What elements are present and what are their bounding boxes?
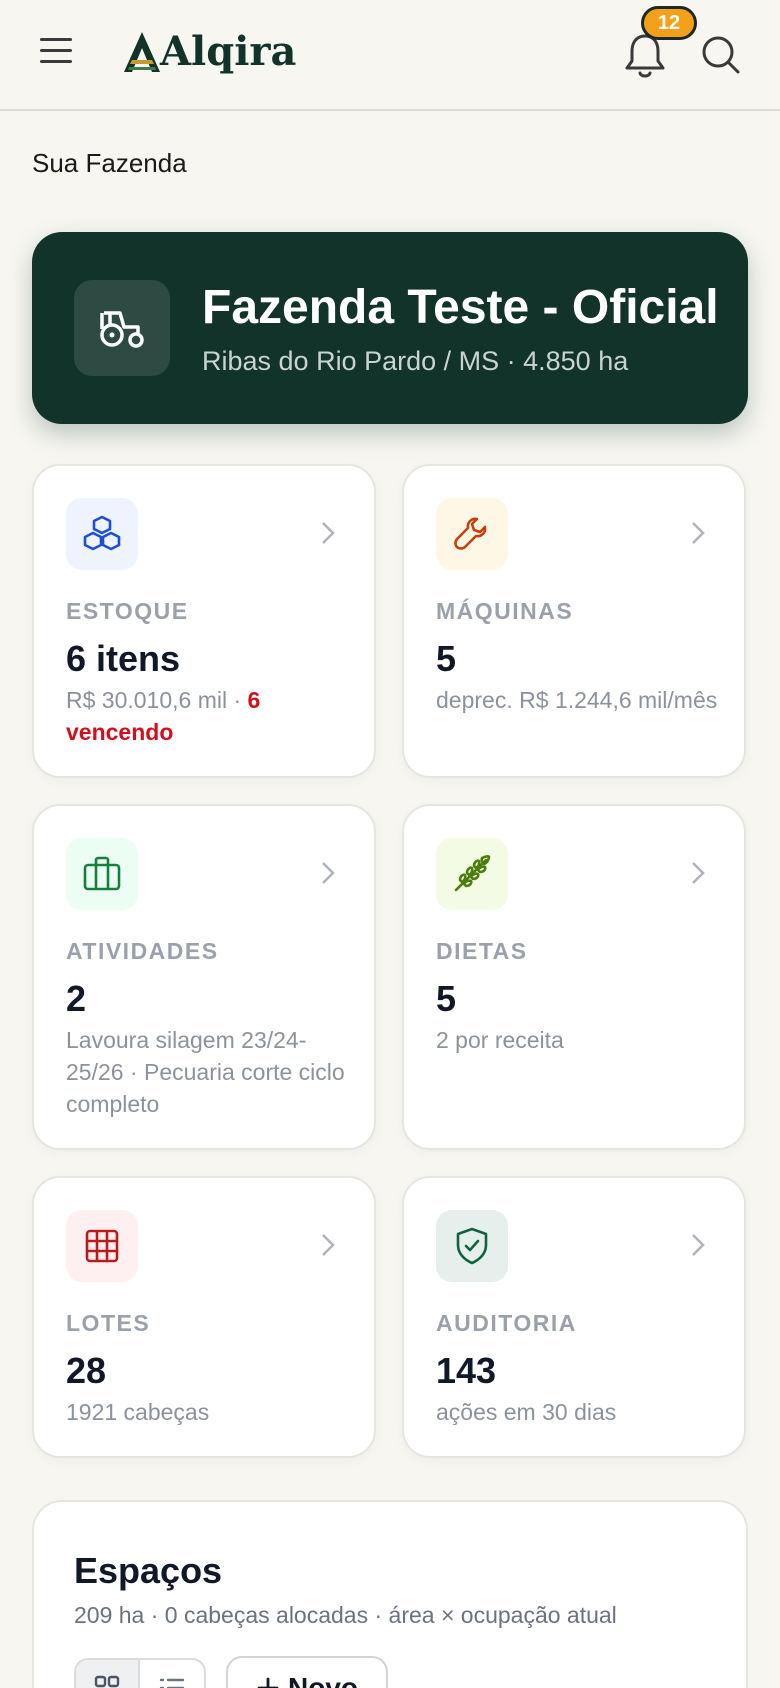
chevron-right-icon (322, 522, 335, 544)
tile-label: MÁQUINAS (436, 598, 574, 624)
tile-maquinas[interactable]: MÁQUINAS 5 deprec. R$ 1.244,6 mil/mês (402, 464, 746, 778)
app-logo[interactable]: Alqira (122, 28, 296, 75)
tile-atividades[interactable]: ATIVIDADES 2 Lavoura silagem 23/24-25/26… (32, 804, 376, 1150)
tile-value: 5 (436, 638, 457, 679)
search-button[interactable] (700, 34, 742, 76)
chevron-right-icon (692, 1234, 705, 1256)
tile-description: 2 por receita (436, 1027, 564, 1053)
tile-value: 6 itens (66, 638, 181, 679)
chevron-right-icon (322, 1234, 335, 1256)
tile-description: deprec. R$ 1.244,6 mil/mês (436, 687, 718, 713)
plus-icon (257, 1677, 279, 1688)
wheat-icon (454, 855, 491, 892)
tile-icon-box (436, 498, 508, 570)
new-space-button[interactable]: Novo (226, 1656, 388, 1688)
wrench-icon (454, 517, 487, 550)
tile-estoque[interactable]: ESTOQUE 6 itens R$ 30.010,6 mil · 6 venc… (32, 464, 376, 778)
tile-description-text: R$ 30.010,6 mil · (66, 687, 248, 713)
tile-value: 5 (436, 978, 457, 1019)
shield-check-icon (456, 1227, 488, 1265)
tile-icon-box (66, 498, 138, 570)
grid-view-button[interactable] (76, 1660, 141, 1688)
tile-label: ESTOQUE (66, 598, 189, 624)
tile-label: ATIVIDADES (66, 938, 219, 964)
farm-name: Fazenda Teste - Oficial (202, 281, 719, 334)
app-name: Alqira (160, 28, 297, 75)
app-header: Alqira 12 (0, 0, 780, 111)
menu-icon (40, 38, 72, 41)
farm-card[interactable]: Fazenda Teste - Oficial Ribas do Rio Par… (32, 232, 748, 424)
tile-value: 28 (66, 1350, 107, 1391)
grid-view-icon (94, 1675, 120, 1688)
list-view-icon (159, 1678, 185, 1688)
grid-icon (85, 1229, 119, 1263)
tile-value: 2 (66, 978, 87, 1019)
tile-description: R$ 30.010,6 mil · 6 vencendo (66, 684, 356, 748)
list-view-button[interactable] (140, 1660, 204, 1688)
spaces-card: Espaços 209 ha · 0 cabeças alocadas · ár… (32, 1500, 748, 1688)
briefcase-icon (83, 856, 121, 891)
farm-icon-box (74, 280, 170, 376)
tile-icon-box (66, 1210, 138, 1282)
section-label: Sua Fazenda (32, 148, 187, 178)
menu-button[interactable] (40, 38, 80, 70)
farm-location: Ribas do Rio Pardo / MS · 4.850 ha (202, 346, 629, 376)
boxes-icon (83, 515, 121, 551)
tile-dietas[interactable]: DIETAS 5 2 por receita (402, 804, 746, 1150)
notification-badge[interactable]: 12 (641, 6, 697, 40)
chevron-right-icon (322, 862, 335, 884)
tile-label: LOTES (66, 1310, 151, 1336)
new-space-label: Novo (288, 1672, 358, 1688)
spaces-title: Espaços (74, 1550, 223, 1591)
tile-label: DIETAS (436, 938, 528, 964)
chevron-right-icon (692, 522, 705, 544)
tile-icon-box (436, 1210, 508, 1282)
chevron-right-icon (692, 862, 705, 884)
search-icon (702, 36, 740, 74)
tile-value: 143 (436, 1350, 497, 1391)
tile-description: ações em 30 dias (436, 1399, 617, 1425)
tile-label: AUDITORIA (436, 1310, 577, 1336)
tile-description: Lavoura silagem 23/24-25/26 · Pecuaria c… (66, 1027, 345, 1117)
tile-auditoria[interactable]: AUDITORIA 143 ações em 30 dias (402, 1176, 746, 1458)
tile-lotes[interactable]: LOTES 28 1921 cabeças (32, 1176, 376, 1458)
tile-icon-box (66, 838, 138, 910)
view-toggle (74, 1658, 206, 1688)
tractor-icon (100, 311, 144, 348)
spaces-subtitle: 209 ha · 0 cabeças alocadas · área × ocu… (74, 1602, 617, 1628)
tile-description: 1921 cabeças (66, 1399, 210, 1425)
tile-icon-box (436, 838, 508, 910)
logo-mark-icon (124, 31, 160, 72)
